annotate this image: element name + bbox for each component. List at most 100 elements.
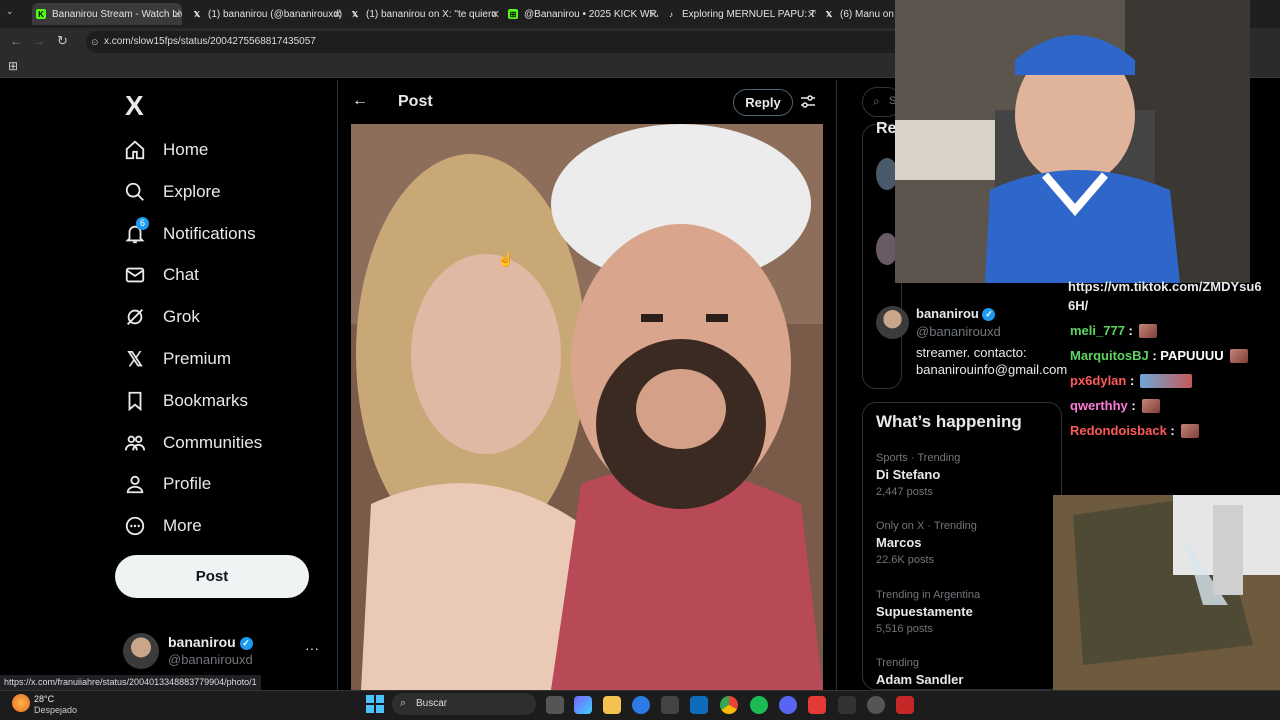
trend-count: 5,516 posts [876,623,933,635]
trend-context: Sports · Trending [876,452,961,464]
profile-bio-line2[interactable]: bananirouinfo@gmail.com [916,362,1067,377]
tab-1-title: Bananirou Stream - Watch Live [52,8,182,20]
back-arrow-icon[interactable]: ← [10,34,22,48]
copilot-icon[interactable] [574,696,592,714]
account-name: bananirou ✓ [168,634,253,650]
app-icon[interactable] [808,696,826,714]
x-logo[interactable]: X [125,90,144,122]
url-field[interactable]: ⊙ x.com/slow15fps/status/200427556881743… [86,31,906,53]
app-icon[interactable] [838,696,856,714]
store-icon[interactable] [661,696,679,714]
trend-name: Adam Sandler [876,672,964,687]
tab-5[interactable]: ♪ Exploring MERNUEL PAPU: Twi ✕ [666,3,816,25]
back-arrow-icon[interactable]: ← [352,92,368,110]
weather-icon[interactable] [12,694,30,712]
nav-bookmarks[interactable]: Bookmarks [124,383,248,419]
spotify-icon[interactable] [750,696,768,714]
trend-item[interactable]: Trending Adam Sandler [876,657,963,687]
discord-icon[interactable] [779,696,797,714]
nav-grok[interactable]: Grok [124,299,200,335]
obs-icon[interactable] [867,696,885,714]
nav-notifications-label: Notifications [163,224,256,243]
taskbar-search[interactable]: ⌕ Buscar [392,693,536,715]
emote-icon [1229,348,1248,363]
taskbar-search-label: Buscar [416,698,448,709]
pressure-wash-video [1053,495,1280,690]
close-icon[interactable]: ✕ [807,8,816,21]
trend-item[interactable]: Trending in Argentina Supuestamente 5,51… [876,589,980,635]
outlook-icon[interactable] [690,696,708,714]
search-icon [124,181,146,203]
more-icon [124,515,146,537]
communities-icon [124,432,146,454]
x-icon: 𝕏 [351,9,359,19]
verified-icon: ✓ [239,636,253,650]
relevant-heading: Re [876,120,897,137]
close-icon[interactable]: ✕ [333,8,342,21]
nav-communities-label: Communities [163,433,263,452]
avatar[interactable] [876,306,909,339]
close-icon[interactable]: ✕ [173,8,182,21]
chat-user: MarquitosBJ [1070,348,1149,363]
nav-explore-label: Explore [163,182,221,201]
apps-grid-icon[interactable]: ⊞ [8,59,18,73]
trend-context: Trending [876,657,920,669]
forward-arrow-icon[interactable]: → [33,34,45,48]
chrome-icon[interactable] [720,696,738,714]
tab-2-title: (1) bananirou (@bananirouxd) / X [208,8,342,20]
tab-search-icon[interactable]: ⌄ [6,6,20,20]
tab-1[interactable]: K Bananirou Stream - Watch Live ✕ [32,3,182,25]
post-button[interactable]: Post [115,555,309,598]
file-explorer-icon[interactable] [603,696,621,714]
chat-text: PAPUUUU [1160,348,1224,363]
reload-icon[interactable]: ↻ [57,33,68,49]
profile-name[interactable]: bananirou ✓ [916,306,996,322]
nav-communities[interactable]: Communities [124,425,262,461]
tiktok-icon: ♪ [669,9,673,19]
nav-profile-label: Profile [163,474,212,493]
search-icon: ⌕ [400,697,407,709]
tab-3[interactable]: 𝕏 (1) bananirou on X: "te quiero ✕ [350,3,500,25]
tab-5-title: Exploring MERNUEL PAPU: Twi [682,8,816,20]
app-icon[interactable] [896,696,914,714]
adjust-icon[interactable] [800,94,816,115]
nav-bookmarks-label: Bookmarks [163,391,249,410]
tab-2[interactable]: 𝕏 (1) bananirou (@bananirouxd) / X ✕ [192,3,342,25]
nav-notifications[interactable]: 6 Notifications [124,216,256,252]
bell-icon: 6 [124,217,149,245]
chat-message: qwerthhy : [1070,398,1160,413]
chat-message: MarquitosBJ : PAPUUUU [1070,348,1248,363]
nav-explore[interactable]: Explore [124,174,221,210]
trend-item[interactable]: Sports · Trending Di Stefano 2,447 posts [876,452,960,498]
chat-link-line1: https://vm.tiktok.com/ZMDYsu6 [1068,279,1262,294]
close-icon[interactable]: ✕ [491,8,500,21]
task-view-icon[interactable] [546,696,564,714]
close-icon[interactable]: ✕ [649,8,658,21]
nav-premium-label: Premium [163,349,232,368]
trend-count: 22.6K posts [876,554,935,566]
emote-icon [1138,323,1157,338]
tab-4[interactable]: ⊞ @Bananirou • 2025 KICK WRAP ✕ [508,3,658,25]
nav-chat[interactable]: Chat [124,257,199,293]
reply-button[interactable]: Reply [733,89,793,116]
url-text: x.com/slow15fps/status/20042755688174350… [104,36,316,47]
chat-user: px6dylan [1070,373,1127,388]
nav-profile[interactable]: Profile [124,466,211,502]
nav-premium[interactable]: 𝕏 Premium [124,341,231,377]
x-icon: 𝕏 [193,9,201,19]
nav-home[interactable]: Home [124,132,208,168]
stream-chat: https://vm.tiktok.com/ZMDYsu6 6H/ meli_7… [1062,279,1280,495]
windows-start-icon[interactable] [366,695,384,718]
trend-item[interactable]: Only on X · Trending Marcos 22.6K posts [876,520,977,566]
edge-icon[interactable] [632,696,650,714]
tab-6[interactable]: 𝕏 (6) Manu on X: " [824,3,894,25]
account-menu-icon[interactable]: ··· [305,640,319,656]
chat-message: meli_777 : [1070,323,1157,338]
site-info-icon[interactable]: ⊙ [91,31,99,53]
post-image[interactable] [351,124,823,690]
weather-temp: 28°C [34,694,55,704]
nav-more[interactable]: More [124,508,202,544]
notification-badge: 6 [136,217,149,230]
chat-user: meli_777 [1070,323,1125,338]
avatar[interactable] [123,633,159,669]
